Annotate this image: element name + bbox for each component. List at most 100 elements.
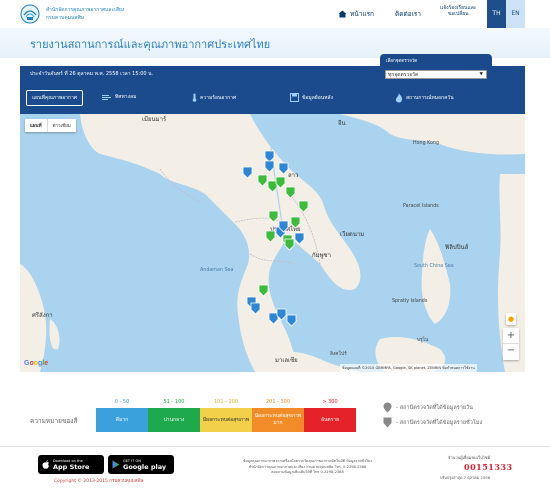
station-pin-moderate[interactable] bbox=[298, 200, 309, 213]
footer-info-line3: สอบถามข้อมูลเพิ่มเติมได้ที่ โทร 0-2298-2… bbox=[271, 470, 344, 474]
zoom-in-button[interactable]: + bbox=[503, 328, 519, 344]
map-label-china: จีน bbox=[338, 120, 346, 127]
map-label-paracel: Paracel Islands bbox=[403, 204, 439, 209]
province-select-value: ทุกจุดตรวจวัด bbox=[388, 72, 419, 78]
map-label-hongkong: Hong Kong bbox=[413, 141, 440, 146]
chevron-down-icon: ▼ bbox=[479, 72, 483, 77]
page-title: รายงานสถานการณ์และคุณภาพอากาศประเทศไทย bbox=[30, 38, 271, 51]
report-date: ประจำวันจันทร์ ที่ 26 ตุลาคม พ.ศ. 2558 เ… bbox=[30, 71, 154, 77]
map-label-brunei: บรูไน bbox=[417, 338, 429, 343]
map-label-singapore: สิงคโปร์ bbox=[330, 352, 347, 357]
legend-range-hazardous: > 300 bbox=[322, 399, 338, 405]
fire-icon bbox=[395, 93, 403, 103]
legend-range-moderate: 51 - 100 bbox=[163, 399, 185, 405]
tab-wind-label: ทิศทางลม bbox=[115, 94, 137, 100]
home-icon bbox=[338, 10, 347, 18]
map-attribution[interactable]: ข้อมูลแผนที่ ©2015 GBRMPA, Google, SK pl… bbox=[340, 364, 477, 372]
station-pin-good[interactable] bbox=[278, 220, 289, 233]
station-pin-moderate[interactable] bbox=[258, 284, 269, 297]
air-quality-map[interactable]: เมียนมาร์ จีน Hong Kong ลาว ประเทศไทย เว… bbox=[20, 114, 525, 372]
app-store-button[interactable]: Download on the App Store bbox=[38, 455, 104, 474]
pcd-logo-icon[interactable] bbox=[20, 4, 40, 24]
zoom-out-button[interactable]: − bbox=[503, 344, 519, 360]
legend-hourly-station: - สถานีตรวจวัดที่ได้ข้อมูลรายชั่วโมง bbox=[383, 417, 482, 428]
legend-box-hazardous: อันตราย bbox=[304, 408, 356, 432]
footer-info: ข้อมูลคุณภาพอากาศจากเครื่องมือตรวจวัดคุณ… bbox=[200, 459, 415, 476]
zoom-control: + − bbox=[503, 328, 519, 360]
tab-wind[interactable]: ทิศทางลม bbox=[102, 93, 136, 101]
station-pin-good[interactable] bbox=[250, 302, 261, 315]
nav-home-label: หน้าแรก bbox=[350, 10, 374, 18]
street-view-pegman-icon[interactable]: ● bbox=[506, 313, 516, 325]
tab-bar: แผนที่คุณภาพอากาศ ทิศทางลม ความร้อนอากาศ… bbox=[20, 82, 525, 114]
station-pin-moderate[interactable] bbox=[290, 216, 301, 229]
legend-box-moderate: ปานกลาง bbox=[148, 408, 200, 432]
tab-historical-data[interactable]: ข้อมูลย้อนหลัง bbox=[290, 93, 333, 102]
google-logo: Google bbox=[24, 360, 49, 367]
legend-range-unhealthy-sensitive: 101 - 200 bbox=[213, 399, 239, 405]
nav-contact-link[interactable]: ติดต่อเรา bbox=[395, 9, 421, 19]
station-pin-moderate[interactable] bbox=[284, 238, 295, 251]
site-footer: Download on the App Store GET IT ON Goog… bbox=[0, 446, 550, 492]
map-label-malaysia: มาเลเซีย bbox=[275, 357, 298, 364]
map-label-spratly: Spratly Islands bbox=[392, 299, 428, 304]
save-icon bbox=[290, 93, 299, 102]
tab-haze-situation[interactable]: สถานการณ์หมอกควัน bbox=[395, 93, 454, 103]
legend-box-affects-health: มีผลกระทบต่อสุขภาพ bbox=[200, 408, 252, 432]
map-label-vietnam: เวียดนาม bbox=[340, 231, 365, 238]
thermometer-icon bbox=[192, 93, 197, 102]
province-select[interactable]: ทุกจุดตรวจวัด ▼ bbox=[385, 70, 487, 79]
tab-air-quality-map[interactable]: แผนที่คุณภาพอากาศ bbox=[26, 90, 84, 106]
logo-title[interactable]: สำนักจัดการคุณภาพอากาศและเสียง bbox=[46, 6, 124, 14]
station-pin-good[interactable] bbox=[242, 166, 253, 179]
station-pin-good[interactable] bbox=[264, 160, 275, 173]
map-type-control[interactable]: แผนที่ ดาวเทียม bbox=[25, 119, 76, 132]
wind-icon bbox=[102, 94, 111, 100]
station-pin-good[interactable] bbox=[294, 232, 305, 245]
lang-en-button[interactable]: EN bbox=[506, 0, 525, 28]
map-label-srilanka: ศรีลังกา bbox=[32, 312, 53, 319]
legend-daily-station: - สถานีตรวจวัดที่ได้ข้อมูลรายวัน bbox=[383, 402, 473, 413]
visitor-counter-label: จำนวนผู้เยี่ยมชมเว็บไซต์ bbox=[448, 455, 491, 460]
station-pin-good[interactable] bbox=[286, 314, 297, 327]
map-label-andaman-sea: Andaman Sea bbox=[200, 268, 234, 273]
tab-temperature[interactable]: ความร้อนอากาศ bbox=[192, 93, 236, 102]
last-updated: ปรับปรุงล่าสุด 7 ตุลาคม 2558 bbox=[440, 475, 491, 480]
legend-box-very-good: ดีมาก bbox=[96, 408, 148, 432]
google-play-icon bbox=[112, 460, 120, 469]
google-play-button[interactable]: GET IT ON Google play bbox=[108, 455, 174, 474]
station-pin-good[interactable] bbox=[278, 162, 289, 175]
gray-pin-shield-icon bbox=[383, 417, 392, 428]
indochina-landmass bbox=[80, 114, 361, 372]
tab-air-quality-map-label: แผนที่คุณภาพอากาศ bbox=[32, 95, 78, 101]
srilanka-landmass bbox=[49, 319, 60, 350]
map-label-myanmar: เมียนมาร์ bbox=[142, 116, 167, 123]
map-label-cambodia: กัมพูชา bbox=[312, 252, 331, 259]
app-store-large-text: App Store bbox=[53, 462, 90, 471]
map-label-philippines: ฟิลิปปินส์ bbox=[445, 244, 469, 251]
aqi-legend: ความหมายของสี 0 - 50 ดีมาก 51 - 100 ปานก… bbox=[0, 395, 550, 440]
nav-complaint-link[interactable]: แจ้งร้องเรียนและ ขอเปลี่ยน bbox=[440, 5, 476, 17]
legend-title: ความหมายของสี bbox=[30, 417, 78, 425]
legend-range-good-very: 0 - 50 bbox=[114, 399, 130, 405]
lang-th-button[interactable]: TH bbox=[487, 0, 506, 28]
copyright-text: Copyright © 2013-2015 กรมควบคุมมลพิษ bbox=[54, 479, 144, 484]
google-play-large-text: Google play bbox=[123, 462, 167, 471]
nav-home-link[interactable]: หน้าแรก bbox=[338, 9, 374, 19]
legend-hourly-station-label: - สถานีตรวจวัดที่ได้ข้อมูลรายชั่วโมง bbox=[396, 419, 483, 426]
logo-subtitle[interactable]: กรมควบคุมมลพิษ bbox=[46, 14, 84, 22]
station-pin-moderate[interactable] bbox=[285, 186, 296, 199]
map-label-laos: ลาว bbox=[288, 172, 299, 179]
map-type-map-button[interactable]: แผนที่ bbox=[25, 119, 48, 132]
legend-range-unhealthy: 201 - 300 bbox=[265, 399, 291, 405]
nav-complaint-line2: ขอเปลี่ยน bbox=[447, 11, 469, 17]
map-type-satellite-button[interactable]: ดาวเทียม bbox=[48, 119, 76, 132]
tab-historical-data-label: ข้อมูลย้อนหลัง bbox=[302, 94, 333, 101]
gray-pin-round-icon bbox=[383, 402, 392, 413]
visitor-counter: 00151333 bbox=[464, 462, 513, 472]
legend-daily-station-label: - สถานีตรวจวัดที่ได้ข้อมูลรายวัน bbox=[396, 404, 473, 411]
tab-temperature-label: ความร้อนอากาศ bbox=[200, 94, 237, 101]
province-tab-label: เลือกจุดตรวจวัด bbox=[380, 54, 492, 66]
map-label-south-china-sea: South China Sea bbox=[414, 264, 454, 269]
site-header: สำนักจัดการคุณภาพอากาศและเสียง กรมควบคุม… bbox=[0, 0, 550, 28]
